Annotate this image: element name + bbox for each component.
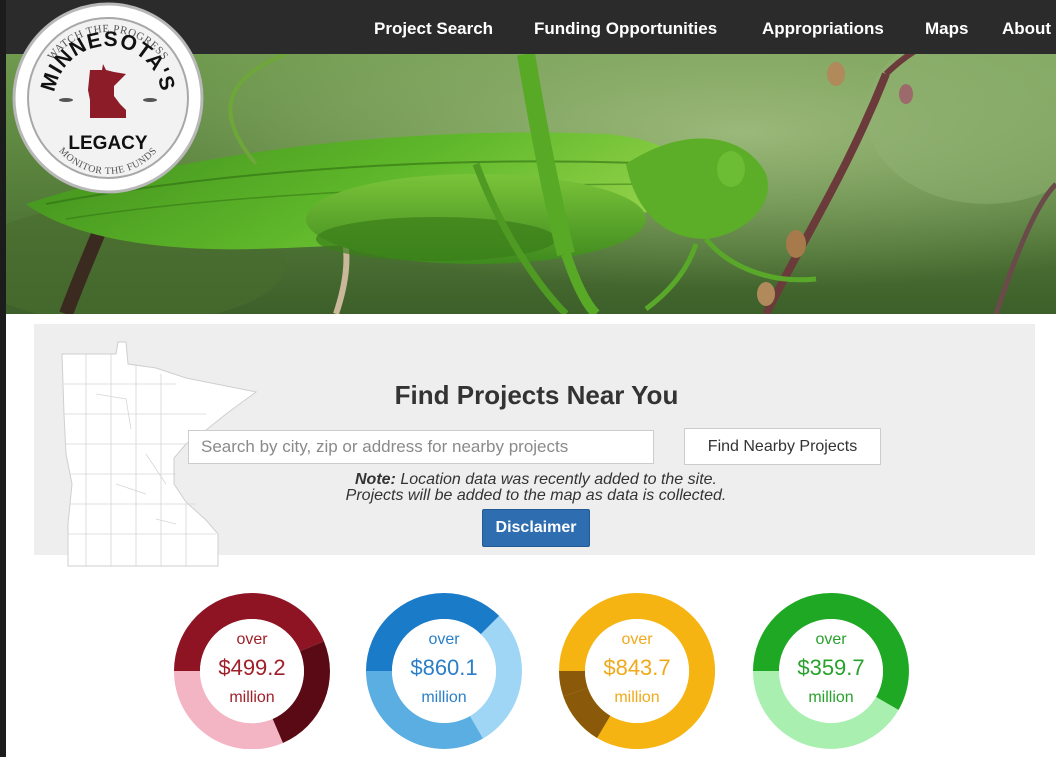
stat-unit-label: million [229, 689, 275, 706]
stat-over-label: over [428, 631, 460, 648]
stat-amount: $860.1 [410, 655, 478, 680]
find-projects-title: Find Projects Near You [394, 380, 679, 410]
location-search-input[interactable] [188, 430, 654, 464]
nav-appropriations[interactable]: Appropriations [762, 0, 884, 58]
note-label: Note: [355, 471, 396, 488]
fund-stat-donut[interactable]: over $499.2 million [174, 593, 330, 749]
stat-over-label: over [621, 631, 653, 648]
nav-maps[interactable]: Maps [925, 0, 968, 58]
fund-stat-donut[interactable]: over $843.7 million [559, 593, 715, 749]
logo-subtitle: LEGACY [68, 133, 148, 154]
stat-amount: $843.7 [603, 655, 671, 680]
stat-over-label: over [236, 631, 268, 648]
minnesotas-legacy-logo[interactable]: WATCH THE PROGRESS MINNESOTA'S LEGACY MO… [10, 0, 206, 196]
nav-about[interactable]: About [1002, 0, 1051, 58]
stat-unit-label: million [614, 689, 660, 706]
fund-stat-donut[interactable]: over $860.1 million [366, 593, 522, 749]
disclaimer-button[interactable]: Disclaimer [482, 509, 590, 547]
fund-stat-donut[interactable]: over $359.7 million [753, 593, 909, 749]
stat-amount: $359.7 [797, 655, 865, 680]
stat-over-label: over [815, 631, 847, 648]
note-line-1: Location data was recently added to the … [395, 471, 717, 488]
find-nearby-projects-button[interactable]: Find Nearby Projects [684, 428, 881, 465]
stat-unit-label: million [808, 689, 854, 706]
nav-funding-opportunities[interactable]: Funding Opportunities [534, 0, 717, 58]
stat-unit-label: million [421, 689, 467, 706]
find-projects-panel: Find Projects Near You Find Nearby Proje… [34, 324, 1035, 567]
stat-amount: $499.2 [218, 655, 286, 680]
nav-project-search[interactable]: Project Search [374, 0, 493, 58]
note-line-2: Projects will be added to the map as dat… [345, 487, 727, 504]
location-note: Note: Location data was recently added t… [266, 472, 806, 504]
